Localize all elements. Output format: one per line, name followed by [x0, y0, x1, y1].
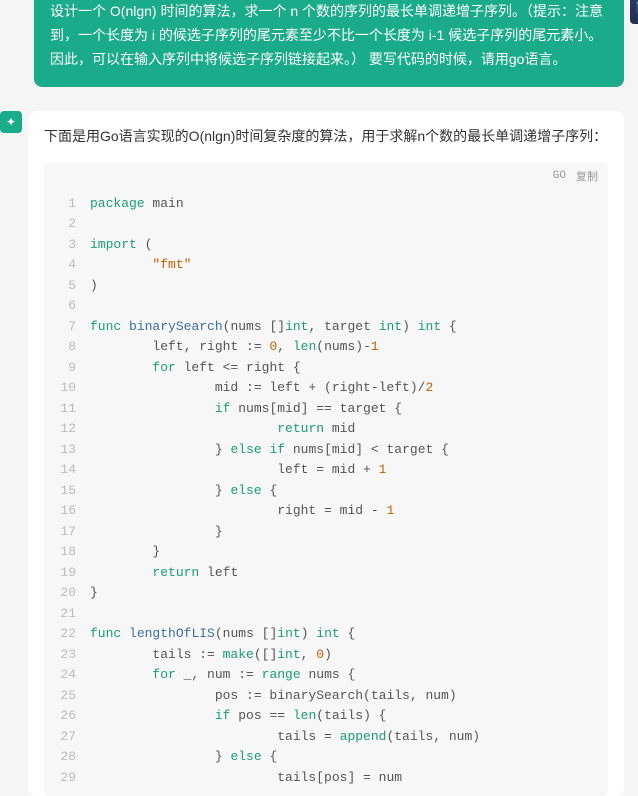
code-line: 5)	[44, 276, 608, 297]
code-content: }	[90, 583, 608, 604]
code-line: 17 }	[44, 522, 608, 543]
line-number: 16	[44, 501, 90, 522]
code-line: 20}	[44, 583, 608, 604]
line-number: 10	[44, 378, 90, 399]
code-content: func binarySearch(nums []int, target int…	[90, 317, 608, 338]
code-line: 3import (	[44, 235, 608, 256]
user-message-text: 设计一个 O(nlgn) 时间的算法，求一个 n 个数的序列的最长单调递增子序列…	[50, 3, 603, 67]
assistant-row: ✦ 下面是用Go语言实现的O(nlgn)时间复杂度的算法，用于求解n个数的最长单…	[0, 111, 624, 796]
line-number: 2	[44, 214, 90, 235]
user-message-bubble: 设计一个 O(nlgn) 时间的算法，求一个 n 个数的序列的最长单调递增子序列…	[34, 0, 624, 87]
code-content: right = mid - 1	[90, 501, 608, 522]
code-line: 21	[44, 604, 608, 625]
code-content: tails[pos] = num	[90, 768, 608, 789]
code-line: 8 left, right := 0, len(nums)-1	[44, 337, 608, 358]
code-line: 12 return mid	[44, 419, 608, 440]
code-content: return mid	[90, 419, 608, 440]
code-line: 22func lengthOfLIS(nums []int) int {	[44, 624, 608, 645]
line-number: 27	[44, 727, 90, 748]
line-number: 13	[44, 440, 90, 461]
code-line: 11 if nums[mid] == target {	[44, 399, 608, 420]
code-line: 26 if pos == len(tails) {	[44, 706, 608, 727]
assistant-avatar-glyph: ✦	[6, 115, 16, 129]
code-line: 13 } else if nums[mid] < target {	[44, 440, 608, 461]
line-number: 19	[44, 563, 90, 584]
line-number: 17	[44, 522, 90, 543]
line-number: 7	[44, 317, 90, 338]
code-body: 1package main23import (4 "fmt"5)67func b…	[44, 190, 608, 796]
code-content: mid := left + (right-left)/2	[90, 378, 608, 399]
line-number: 12	[44, 419, 90, 440]
code-content: if pos == len(tails) {	[90, 706, 608, 727]
code-content: tails = append(tails, num)	[90, 727, 608, 748]
user-avatar: 🌃	[630, 0, 638, 24]
copy-button[interactable]: 复制	[576, 168, 598, 184]
code-line: 7func binarySearch(nums []int, target in…	[44, 317, 608, 338]
code-line: 2	[44, 214, 608, 235]
code-content: }	[90, 542, 608, 563]
code-content: "fmt"	[90, 255, 608, 276]
line-number: 1	[44, 194, 90, 215]
code-content: } else {	[90, 481, 608, 502]
code-line: 6	[44, 296, 608, 317]
code-line: 24 for _, num := range nums {	[44, 665, 608, 686]
line-number: 3	[44, 235, 90, 256]
code-line: 15 } else {	[44, 481, 608, 502]
code-line: 16 right = mid - 1	[44, 501, 608, 522]
code-content: }	[90, 522, 608, 543]
line-number: 22	[44, 624, 90, 645]
line-number: 11	[44, 399, 90, 420]
code-content: return left	[90, 563, 608, 584]
code-line: 29 tails[pos] = num	[44, 768, 608, 789]
code-line: 4 "fmt"	[44, 255, 608, 276]
code-content	[90, 296, 608, 317]
assistant-message-bubble: 下面是用Go语言实现的O(nlgn)时间复杂度的算法，用于求解n个数的最长单调递…	[28, 111, 624, 796]
line-number: 4	[44, 255, 90, 276]
line-number: 18	[44, 542, 90, 563]
code-content: if nums[mid] == target {	[90, 399, 608, 420]
line-number: 15	[44, 481, 90, 502]
code-line: 27 tails = append(tails, num)	[44, 727, 608, 748]
code-line: 1package main	[44, 194, 608, 215]
code-content: pos := binarySearch(tails, num)	[90, 686, 608, 707]
line-number: 20	[44, 583, 90, 604]
code-content: left = mid + 1	[90, 460, 608, 481]
code-language-label: GO	[553, 170, 566, 182]
code-content: )	[90, 276, 608, 297]
code-line: 19 return left	[44, 563, 608, 584]
code-line: 25 pos := binarySearch(tails, num)	[44, 686, 608, 707]
code-content	[90, 604, 608, 625]
code-content: package main	[90, 194, 608, 215]
code-line: 14 left = mid + 1	[44, 460, 608, 481]
code-header: GO 复制	[44, 162, 608, 190]
line-number: 5	[44, 276, 90, 297]
line-number: 6	[44, 296, 90, 317]
code-content: left, right := 0, len(nums)-1	[90, 337, 608, 358]
code-content: tails := make([]int, 0)	[90, 645, 608, 666]
code-content: for _, num := range nums {	[90, 665, 608, 686]
code-content: import (	[90, 235, 608, 256]
assistant-avatar: ✦	[0, 111, 22, 133]
line-number: 21	[44, 604, 90, 625]
code-content: func lengthOfLIS(nums []int) int {	[90, 624, 608, 645]
code-content: for left <= right {	[90, 358, 608, 379]
code-content	[90, 214, 608, 235]
line-number: 29	[44, 768, 90, 789]
line-number: 8	[44, 337, 90, 358]
line-number: 24	[44, 665, 90, 686]
line-number: 14	[44, 460, 90, 481]
assistant-intro-text: 下面是用Go语言实现的O(nlgn)时间复杂度的算法，用于求解n个数的最长单调递…	[28, 125, 624, 161]
code-line: 9 for left <= right {	[44, 358, 608, 379]
line-number: 25	[44, 686, 90, 707]
line-number: 9	[44, 358, 90, 379]
code-block: GO 复制 1package main23import (4 "fmt"5)67…	[44, 162, 608, 796]
code-line: 18 }	[44, 542, 608, 563]
code-line: 10 mid := left + (right-left)/2	[44, 378, 608, 399]
line-number: 26	[44, 706, 90, 727]
code-line: 23 tails := make([]int, 0)	[44, 645, 608, 666]
line-number: 23	[44, 645, 90, 666]
code-content: } else if nums[mid] < target {	[90, 440, 608, 461]
